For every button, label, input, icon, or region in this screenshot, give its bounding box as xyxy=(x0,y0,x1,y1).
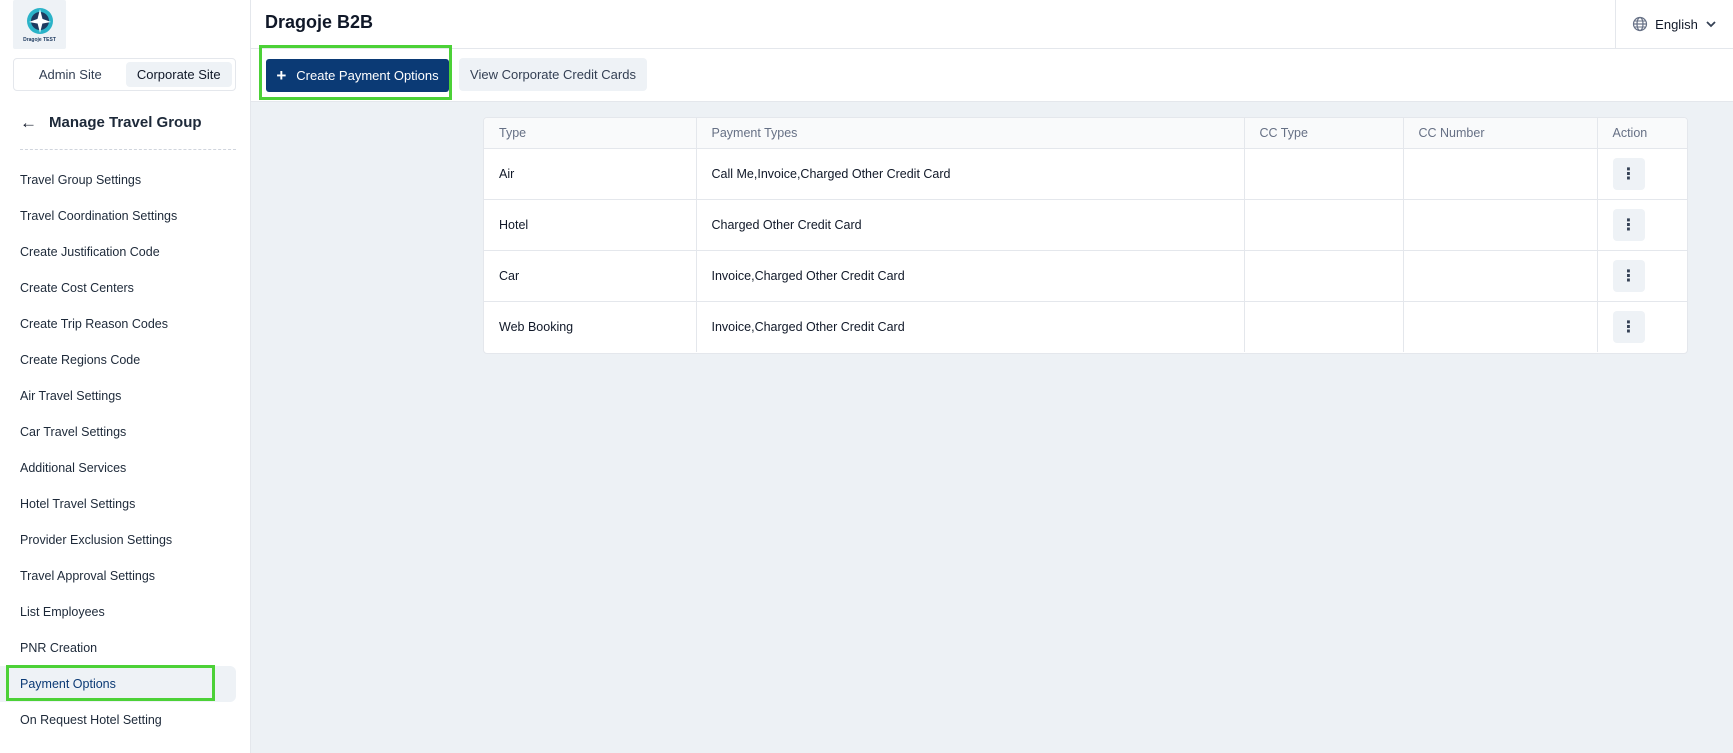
cell-type: Hotel xyxy=(484,199,697,251)
sidebar-item-travel-coordination-settings[interactable]: Travel Coordination Settings xyxy=(0,198,236,234)
globe-icon xyxy=(1633,16,1648,32)
column-header-cc-number: CC Number xyxy=(1403,118,1598,149)
cell-cc-type xyxy=(1244,250,1404,302)
cell-action: ⋮ xyxy=(1597,148,1687,200)
language-label: English xyxy=(1655,16,1698,32)
column-header-action: Action xyxy=(1597,118,1687,149)
company-logo[interactable]: Dragoje TEST xyxy=(13,0,66,49)
sidebar-nav: Travel Group Settings Travel Coordinatio… xyxy=(0,162,250,738)
column-header-type: Type xyxy=(484,118,697,149)
create-payment-options-button[interactable]: + Create Payment Options xyxy=(266,59,449,92)
cell-type: Air xyxy=(484,148,697,200)
cell-type: Web Booking xyxy=(484,301,697,352)
cell-payment-types: Charged Other Credit Card xyxy=(696,199,1245,251)
sidebar-item-payment-options[interactable]: Payment Options xyxy=(0,666,236,702)
admin-site-tab[interactable]: Admin Site xyxy=(17,62,124,87)
plus-icon: + xyxy=(276,66,287,85)
table-row: Web Booking Invoice,Charged Other Credit… xyxy=(484,301,1687,352)
sidebar: Dragoje TEST Admin Site Corporate Site ←… xyxy=(0,0,251,753)
column-header-payment-types: Payment Types xyxy=(696,118,1245,149)
sidebar-item-hotel-travel-settings[interactable]: Hotel Travel Settings xyxy=(0,486,236,522)
more-vertical-icon[interactable]: ⋮ xyxy=(1612,259,1645,292)
site-switch: Admin Site Corporate Site xyxy=(13,58,236,91)
cell-payment-types: Invoice,Charged Other Credit Card xyxy=(696,301,1245,352)
table-row: Car Invoice,Charged Other Credit Card ⋮ xyxy=(484,250,1687,302)
create-payment-options-label: Create Payment Options xyxy=(296,68,439,83)
more-vertical-icon[interactable]: ⋮ xyxy=(1612,157,1645,190)
sidebar-item-travel-approval-settings[interactable]: Travel Approval Settings xyxy=(0,558,236,594)
sidebar-item-additional-services[interactable]: Additional Services xyxy=(0,450,236,486)
more-vertical-icon[interactable]: ⋮ xyxy=(1612,310,1645,343)
corporate-site-tab[interactable]: Corporate Site xyxy=(125,62,232,87)
top-bar: Dragoje B2B English xyxy=(251,0,1733,49)
chevron-down-icon xyxy=(1706,21,1716,28)
cell-action: ⋮ xyxy=(1597,301,1687,352)
sidebar-item-air-travel-settings[interactable]: Air Travel Settings xyxy=(0,378,236,414)
sidebar-item-create-justification-code[interactable]: Create Justification Code xyxy=(0,234,236,270)
cell-cc-number xyxy=(1403,250,1598,302)
language-selector[interactable]: English xyxy=(1615,0,1733,48)
cell-action: ⋮ xyxy=(1597,250,1687,302)
cell-cc-type xyxy=(1244,199,1404,251)
sidebar-item-create-regions-code[interactable]: Create Regions Code xyxy=(0,342,236,378)
sidebar-item-create-trip-reason-codes[interactable]: Create Trip Reason Codes xyxy=(0,306,236,342)
payment-options-table: Type Payment Types CC Type CC Number Act… xyxy=(483,117,1688,354)
sidebar-item-create-cost-centers[interactable]: Create Cost Centers xyxy=(0,270,236,306)
sidebar-item-provider-exclusion-settings[interactable]: Provider Exclusion Settings xyxy=(0,522,236,558)
sidebar-item-car-travel-settings[interactable]: Car Travel Settings xyxy=(0,414,236,450)
table-row: Hotel Charged Other Credit Card ⋮ xyxy=(484,199,1687,251)
action-bar: + Create Payment Options View Corporate … xyxy=(251,49,1733,102)
sidebar-item-pnr-creation[interactable]: PNR Creation xyxy=(0,630,236,666)
back-to-manage-travel-group[interactable]: ← Manage Travel Group xyxy=(20,114,236,150)
logo-caption: Dragoje TEST xyxy=(23,37,56,43)
logo-icon xyxy=(26,8,53,34)
cell-cc-type xyxy=(1244,301,1404,352)
page-title: Dragoje B2B xyxy=(265,12,374,32)
cell-payment-types: Call Me,Invoice,Charged Other Credit Car… xyxy=(696,148,1245,200)
sidebar-item-list-employees[interactable]: List Employees xyxy=(0,594,236,630)
cell-type: Car xyxy=(484,250,697,302)
cell-cc-type xyxy=(1244,148,1404,200)
cell-payment-types: Invoice,Charged Other Credit Card xyxy=(696,250,1245,302)
cell-cc-number xyxy=(1403,148,1598,200)
sidebar-item-travel-group-settings[interactable]: Travel Group Settings xyxy=(0,162,236,198)
column-header-cc-type: CC Type xyxy=(1244,118,1404,149)
table-header-row: Type Payment Types CC Type CC Number Act… xyxy=(484,118,1687,149)
section-title: Manage Travel Group xyxy=(49,114,202,131)
table-row: Air Call Me,Invoice,Charged Other Credit… xyxy=(484,148,1687,200)
sidebar-item-on-request-hotel-setting[interactable]: On Request Hotel Setting xyxy=(0,702,236,738)
cell-cc-number xyxy=(1403,199,1598,251)
cell-cc-number xyxy=(1403,301,1598,352)
arrow-left-icon: ← xyxy=(20,113,37,132)
cell-action: ⋮ xyxy=(1597,199,1687,251)
more-vertical-icon[interactable]: ⋮ xyxy=(1612,208,1645,241)
view-corporate-credit-cards-button[interactable]: View Corporate Credit Cards xyxy=(459,58,647,91)
